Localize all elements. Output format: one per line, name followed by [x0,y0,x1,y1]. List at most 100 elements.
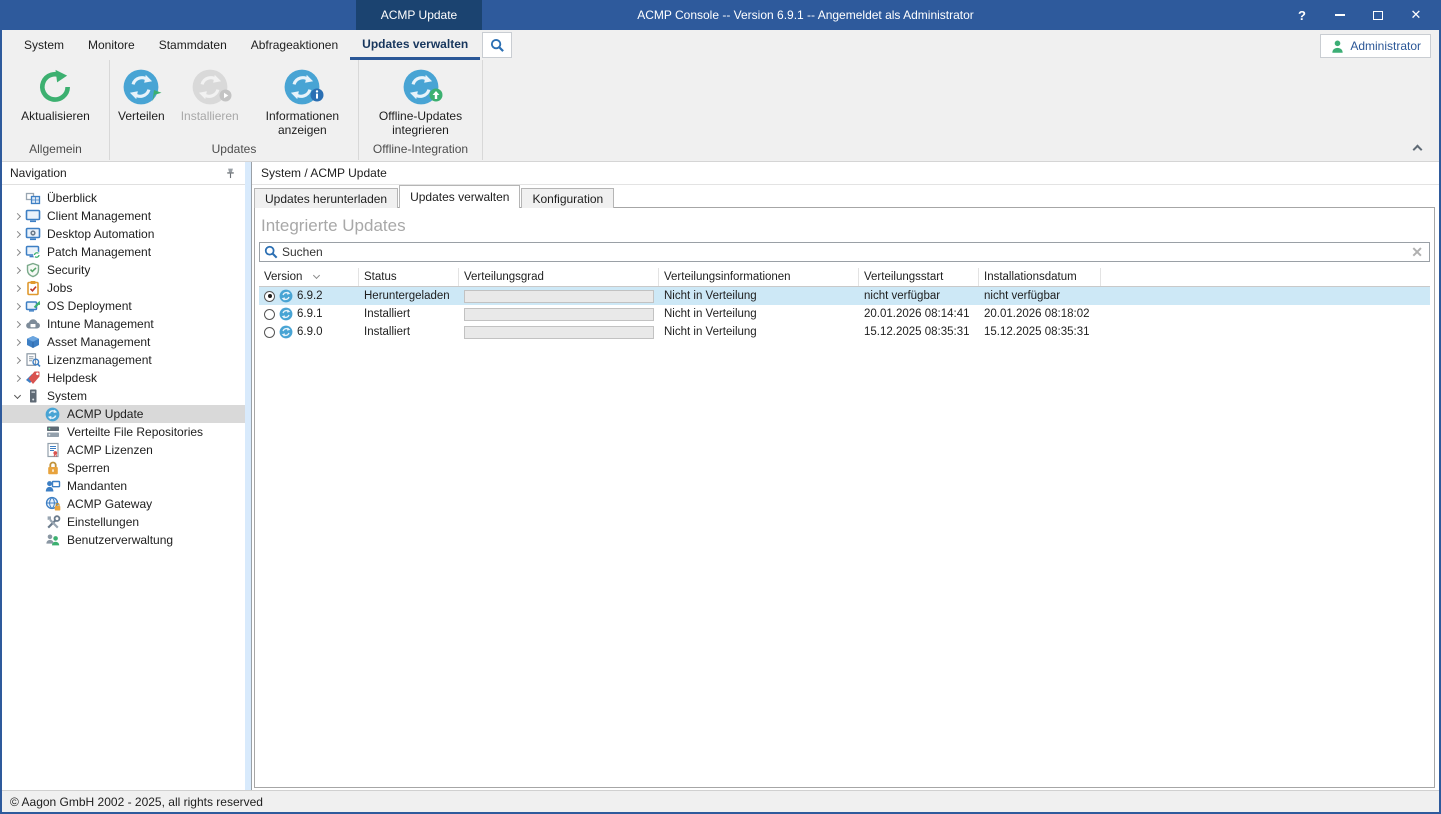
menu-search-button[interactable] [482,32,512,58]
nav-item-mandanten[interactable]: Mandanten [2,477,245,495]
nav-item-jobs[interactable]: Jobs [2,279,245,297]
aktualisieren-label: Aktualisieren [21,109,90,123]
clear-search-icon[interactable]: ✕ [1409,244,1425,261]
nav-item-patch-management[interactable]: Patch Management [2,243,245,261]
search-input[interactable] [282,245,1409,259]
distribution-start-value: 20.01.2026 08:14:41 [859,308,979,320]
info-badge-icon [310,88,324,107]
distribution-info-value: Nicht in Verteilung [659,326,859,338]
nav-item-sperren[interactable]: Sperren [2,459,245,477]
os-deployment-icon [24,298,41,314]
tab-updates-verwalten[interactable]: Updates verwalten [399,185,520,208]
row-radio[interactable] [264,327,275,338]
installieren-button[interactable]: Installieren [173,64,247,140]
chevron-right-icon [13,302,20,309]
aktualisieren-button[interactable]: Aktualisieren [13,64,98,140]
version-value: 6.9.1 [297,308,323,320]
content-panel: System / ACMP Update Updates herunterlad… [252,162,1439,790]
nav-item-label: ACMP Lizenzen [67,443,153,457]
update-search-box: ✕ [259,242,1430,262]
nav-item-intune-management[interactable]: Intune Management [2,315,245,333]
nav-item-helpdesk[interactable]: Helpdesk [2,369,245,387]
nav-item-acmp-lizenzen[interactable]: ACMP Lizenzen [2,441,245,459]
nav-item-verteilte-file-repositories[interactable]: Verteilte File Repositories [2,423,245,441]
update-package-icon [279,307,293,321]
informationen-anzeigen-button[interactable]: Informationen anzeigen [247,64,358,140]
group-label-updates: Updates [110,140,358,160]
column-header-version[interactable]: Version [259,268,359,286]
status-value: Installiert [359,326,459,338]
column-header-installationsdatum[interactable]: Installationsdatum [979,268,1101,286]
close-button[interactable]: ✕ [1397,0,1435,30]
minimize-button[interactable] [1321,0,1359,30]
nav-item-lizenzmanagement[interactable]: Lizenzmanagement [2,351,245,369]
nav-item-acmp-update[interactable]: ACMP Update [2,405,245,423]
chevron-right-icon [13,284,20,291]
nav-item-label: Patch Management [47,245,151,259]
section-heading: Integrierte Updates [259,214,1430,242]
refresh-icon [36,68,74,106]
ribbon-group-updates: Verteilen Installieren [110,60,359,160]
client-management-icon [24,208,41,224]
titlebar: ACMP Console -- Version 6.9.1 -- Angemel… [0,0,1441,30]
context-tab-acmp-update[interactable]: ACMP Update [356,0,482,30]
menu-tab-system[interactable]: System [12,30,76,60]
row-radio[interactable] [264,291,275,302]
chevron-right-icon [13,266,20,273]
menu-tab-stammdaten[interactable]: Stammdaten [147,30,239,60]
distribution-info-value: Nicht in Verteilung [659,308,859,320]
pin-icon[interactable] [224,167,237,180]
table-row[interactable]: 6.9.1 Installiert Nicht in Verteilung 20… [259,305,1430,323]
menu-tab-abfrageaktionen[interactable]: Abfrageaktionen [239,30,350,60]
offline-updates-integrieren-button[interactable]: Offline-Updates integrieren [359,64,482,140]
menu-tab-updates-verwalten[interactable]: Updates verwalten [350,30,480,60]
nav-item-asset-management[interactable]: Asset Management [2,333,245,351]
nav-item-benutzerverwaltung[interactable]: Benutzerverwaltung [2,531,245,549]
overview-icon [24,190,41,206]
table-row[interactable]: 6.9.2 Heruntergeladen Nicht in Verteilun… [259,287,1430,305]
ribbon-collapse-button[interactable] [1407,139,1427,155]
nav-item-acmp-gateway[interactable]: ACMP Gateway [2,495,245,513]
distribution-progressbar [464,308,654,321]
tab-updates-herunterladen[interactable]: Updates herunterladen [254,188,398,208]
nav-item-label: Security [47,263,90,277]
verteilen-button[interactable]: Verteilen [110,64,173,140]
chevron-right-icon [13,230,20,237]
column-header-status[interactable]: Status [359,268,459,286]
menu-tab-monitore[interactable]: Monitore [76,30,147,60]
lizenzmanagement-icon [24,352,41,368]
chevron-right-icon [13,320,20,327]
nav-item-client-management[interactable]: Client Management [2,207,245,225]
offline-updates-icon [402,68,440,106]
nav-item-einstellungen[interactable]: Einstellungen [2,513,245,531]
column-header-verteilungsgrad[interactable]: Verteilungsgrad [459,268,659,286]
nav-item-label: Intune Management [47,317,154,331]
administrator-user-button[interactable]: Administrator [1320,34,1431,58]
tab-konfiguration[interactable]: Konfiguration [521,188,614,208]
nav-item-security[interactable]: Security [2,261,245,279]
nav-item-label: Einstellungen [67,515,139,529]
maximize-button[interactable] [1359,0,1397,30]
table-row[interactable]: 6.9.0 Installiert Nicht in Verteilung 15… [259,323,1430,341]
row-radio[interactable] [264,309,275,320]
offline-updates-integrieren-label: Offline-Updates integrieren [367,109,474,137]
help-button[interactable]: ? [1283,0,1321,30]
nav-item-label: Jobs [47,281,72,295]
maximize-icon [1373,11,1383,20]
acmp-console-window: ACMP Console -- Version 6.9.1 -- Angemel… [0,0,1441,814]
chevron-right-icon [13,338,20,345]
navigation-panel: Navigation Überblick Client Management [2,162,245,790]
nav-item-label: Überblick [47,191,97,205]
nav-item-system[interactable]: System [2,387,245,405]
column-header-verteilungsstart[interactable]: Verteilungsstart [859,268,979,286]
panel-splitter[interactable] [245,162,252,790]
distribution-start-value: 15.12.2025 08:35:31 [859,326,979,338]
nav-item-os-deployment[interactable]: OS Deployment [2,297,245,315]
distribution-progressbar [464,290,654,303]
nav-item-ueberblick[interactable]: Überblick [2,189,245,207]
minimize-icon [1335,14,1345,16]
navigation-title: Navigation [10,166,67,180]
install-icon [191,68,229,106]
column-header-verteilungsinformationen[interactable]: Verteilungsinformationen [659,268,859,286]
nav-item-desktop-automation[interactable]: Desktop Automation [2,225,245,243]
